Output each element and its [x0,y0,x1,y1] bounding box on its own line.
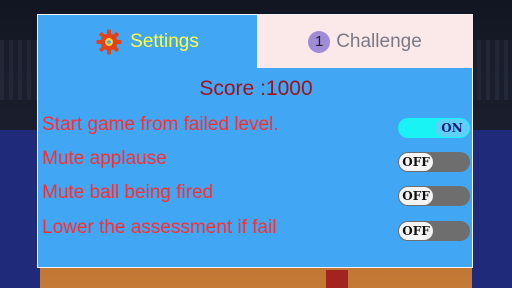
option-row-lower-assessment: Lower the assessment if fail OFF [42,217,470,243]
option-row-mute-ball-fired: Mute ball being fired OFF [42,182,470,208]
gear-icon [96,29,122,55]
option-row-start-failed-level: Start game from failed level. ON [42,114,470,140]
tab-challenge[interactable]: 1 Challenge [257,15,473,68]
option-label: Mute ball being fired [42,182,214,203]
mute-applause-toggle[interactable]: OFF [398,152,470,172]
toggle-state: ON [435,119,469,137]
court-blue-left [0,130,40,288]
tab-challenge-label: Challenge [336,30,422,52]
toggle-state: OFF [399,187,433,205]
settings-panel: Settings 1 Challenge Score :1000 Start g… [37,14,473,268]
option-label: Lower the assessment if fail [42,217,277,238]
lower-assessment-toggle[interactable]: OFF [398,221,470,241]
toggle-state: OFF [399,153,433,171]
hoop-post [326,270,348,288]
score-display: Score :1000 [199,77,313,100]
option-label: Start game from failed level. [42,114,279,135]
mute-ball-fired-toggle[interactable]: OFF [398,186,470,206]
option-label: Mute applause [42,148,167,169]
toggle-state: OFF [399,222,433,240]
challenge-count-badge: 1 [308,30,331,53]
tab-settings-label: Settings [130,30,199,52]
option-row-mute-applause: Mute applause OFF [42,148,470,174]
court-blue-right [472,130,512,288]
tab-settings[interactable]: Settings [38,15,257,68]
start-failed-level-toggle[interactable]: ON [398,118,470,138]
